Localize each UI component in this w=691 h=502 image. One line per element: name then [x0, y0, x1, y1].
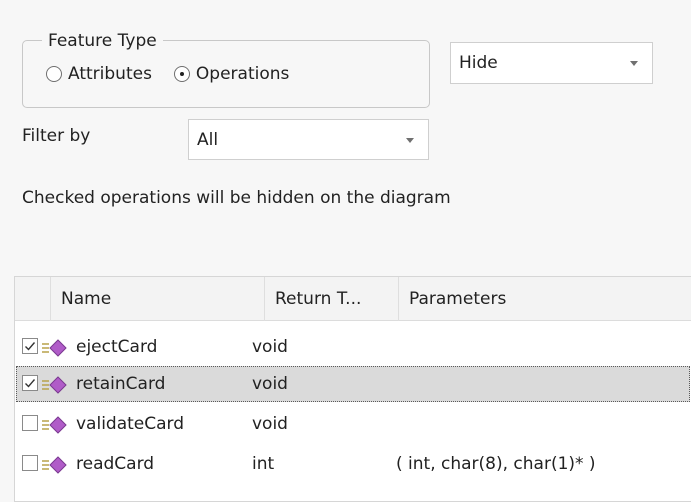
- table-row[interactable]: validateCard void: [16, 406, 690, 442]
- table-row[interactable]: readCard int ( int, char(8), char(1)* ): [16, 446, 690, 482]
- filter-select-value: All: [197, 129, 219, 150]
- visibility-select[interactable]: Hide: [450, 42, 653, 84]
- chevron-down-icon: [630, 61, 638, 66]
- radio-attributes-label: Attributes: [68, 64, 152, 84]
- feature-type-legend: Feature Type: [42, 31, 163, 51]
- radio-attributes[interactable]: Attributes: [46, 64, 152, 84]
- header-parameters[interactable]: Parameters: [399, 277, 691, 321]
- cell-name: retainCard: [76, 374, 166, 394]
- operations-list[interactable]: Name Return T... Parameters ejectCard vo…: [14, 276, 691, 502]
- table-row[interactable]: retainCard void: [16, 366, 690, 402]
- radio-operations-button[interactable]: [173, 66, 190, 82]
- cell-name: validateCard: [76, 414, 185, 434]
- row-checkbox[interactable]: [22, 375, 38, 391]
- operation-icon: [42, 456, 67, 474]
- row-checkbox[interactable]: [22, 455, 38, 471]
- row-checkbox[interactable]: [22, 338, 38, 354]
- operation-icon: [42, 416, 67, 434]
- cell-return-type: void: [252, 374, 288, 394]
- cell-parameters: ( int, char(8), char(1)* ): [396, 454, 596, 474]
- chevron-down-icon: [406, 137, 414, 143]
- filter-select[interactable]: All: [188, 119, 429, 160]
- row-checkbox[interactable]: [22, 415, 38, 431]
- header-name[interactable]: Name: [51, 277, 265, 321]
- list-header: Name Return T... Parameters: [15, 277, 691, 321]
- info-text: Checked operations will be hidden on the…: [22, 188, 451, 208]
- header-return-type[interactable]: Return T...: [265, 277, 399, 321]
- cell-return-type: void: [252, 414, 288, 434]
- cell-name: ejectCard: [76, 337, 158, 357]
- radio-attributes-button[interactable]: [46, 66, 62, 82]
- visibility-select-value: Hide: [459, 53, 498, 73]
- operation-icon: [42, 339, 67, 357]
- cell-name: readCard: [76, 454, 155, 474]
- feature-type-radios: Attributes Operations: [46, 64, 289, 84]
- operation-icon: [42, 376, 67, 394]
- filter-label: Filter by: [22, 126, 91, 146]
- header-check-column[interactable]: [15, 277, 51, 321]
- table-row[interactable]: ejectCard void: [16, 329, 690, 365]
- radio-operations[interactable]: Operations: [173, 64, 290, 84]
- radio-operations-label: Operations: [195, 64, 290, 84]
- cell-return-type: int: [252, 454, 275, 474]
- cell-return-type: void: [252, 337, 288, 357]
